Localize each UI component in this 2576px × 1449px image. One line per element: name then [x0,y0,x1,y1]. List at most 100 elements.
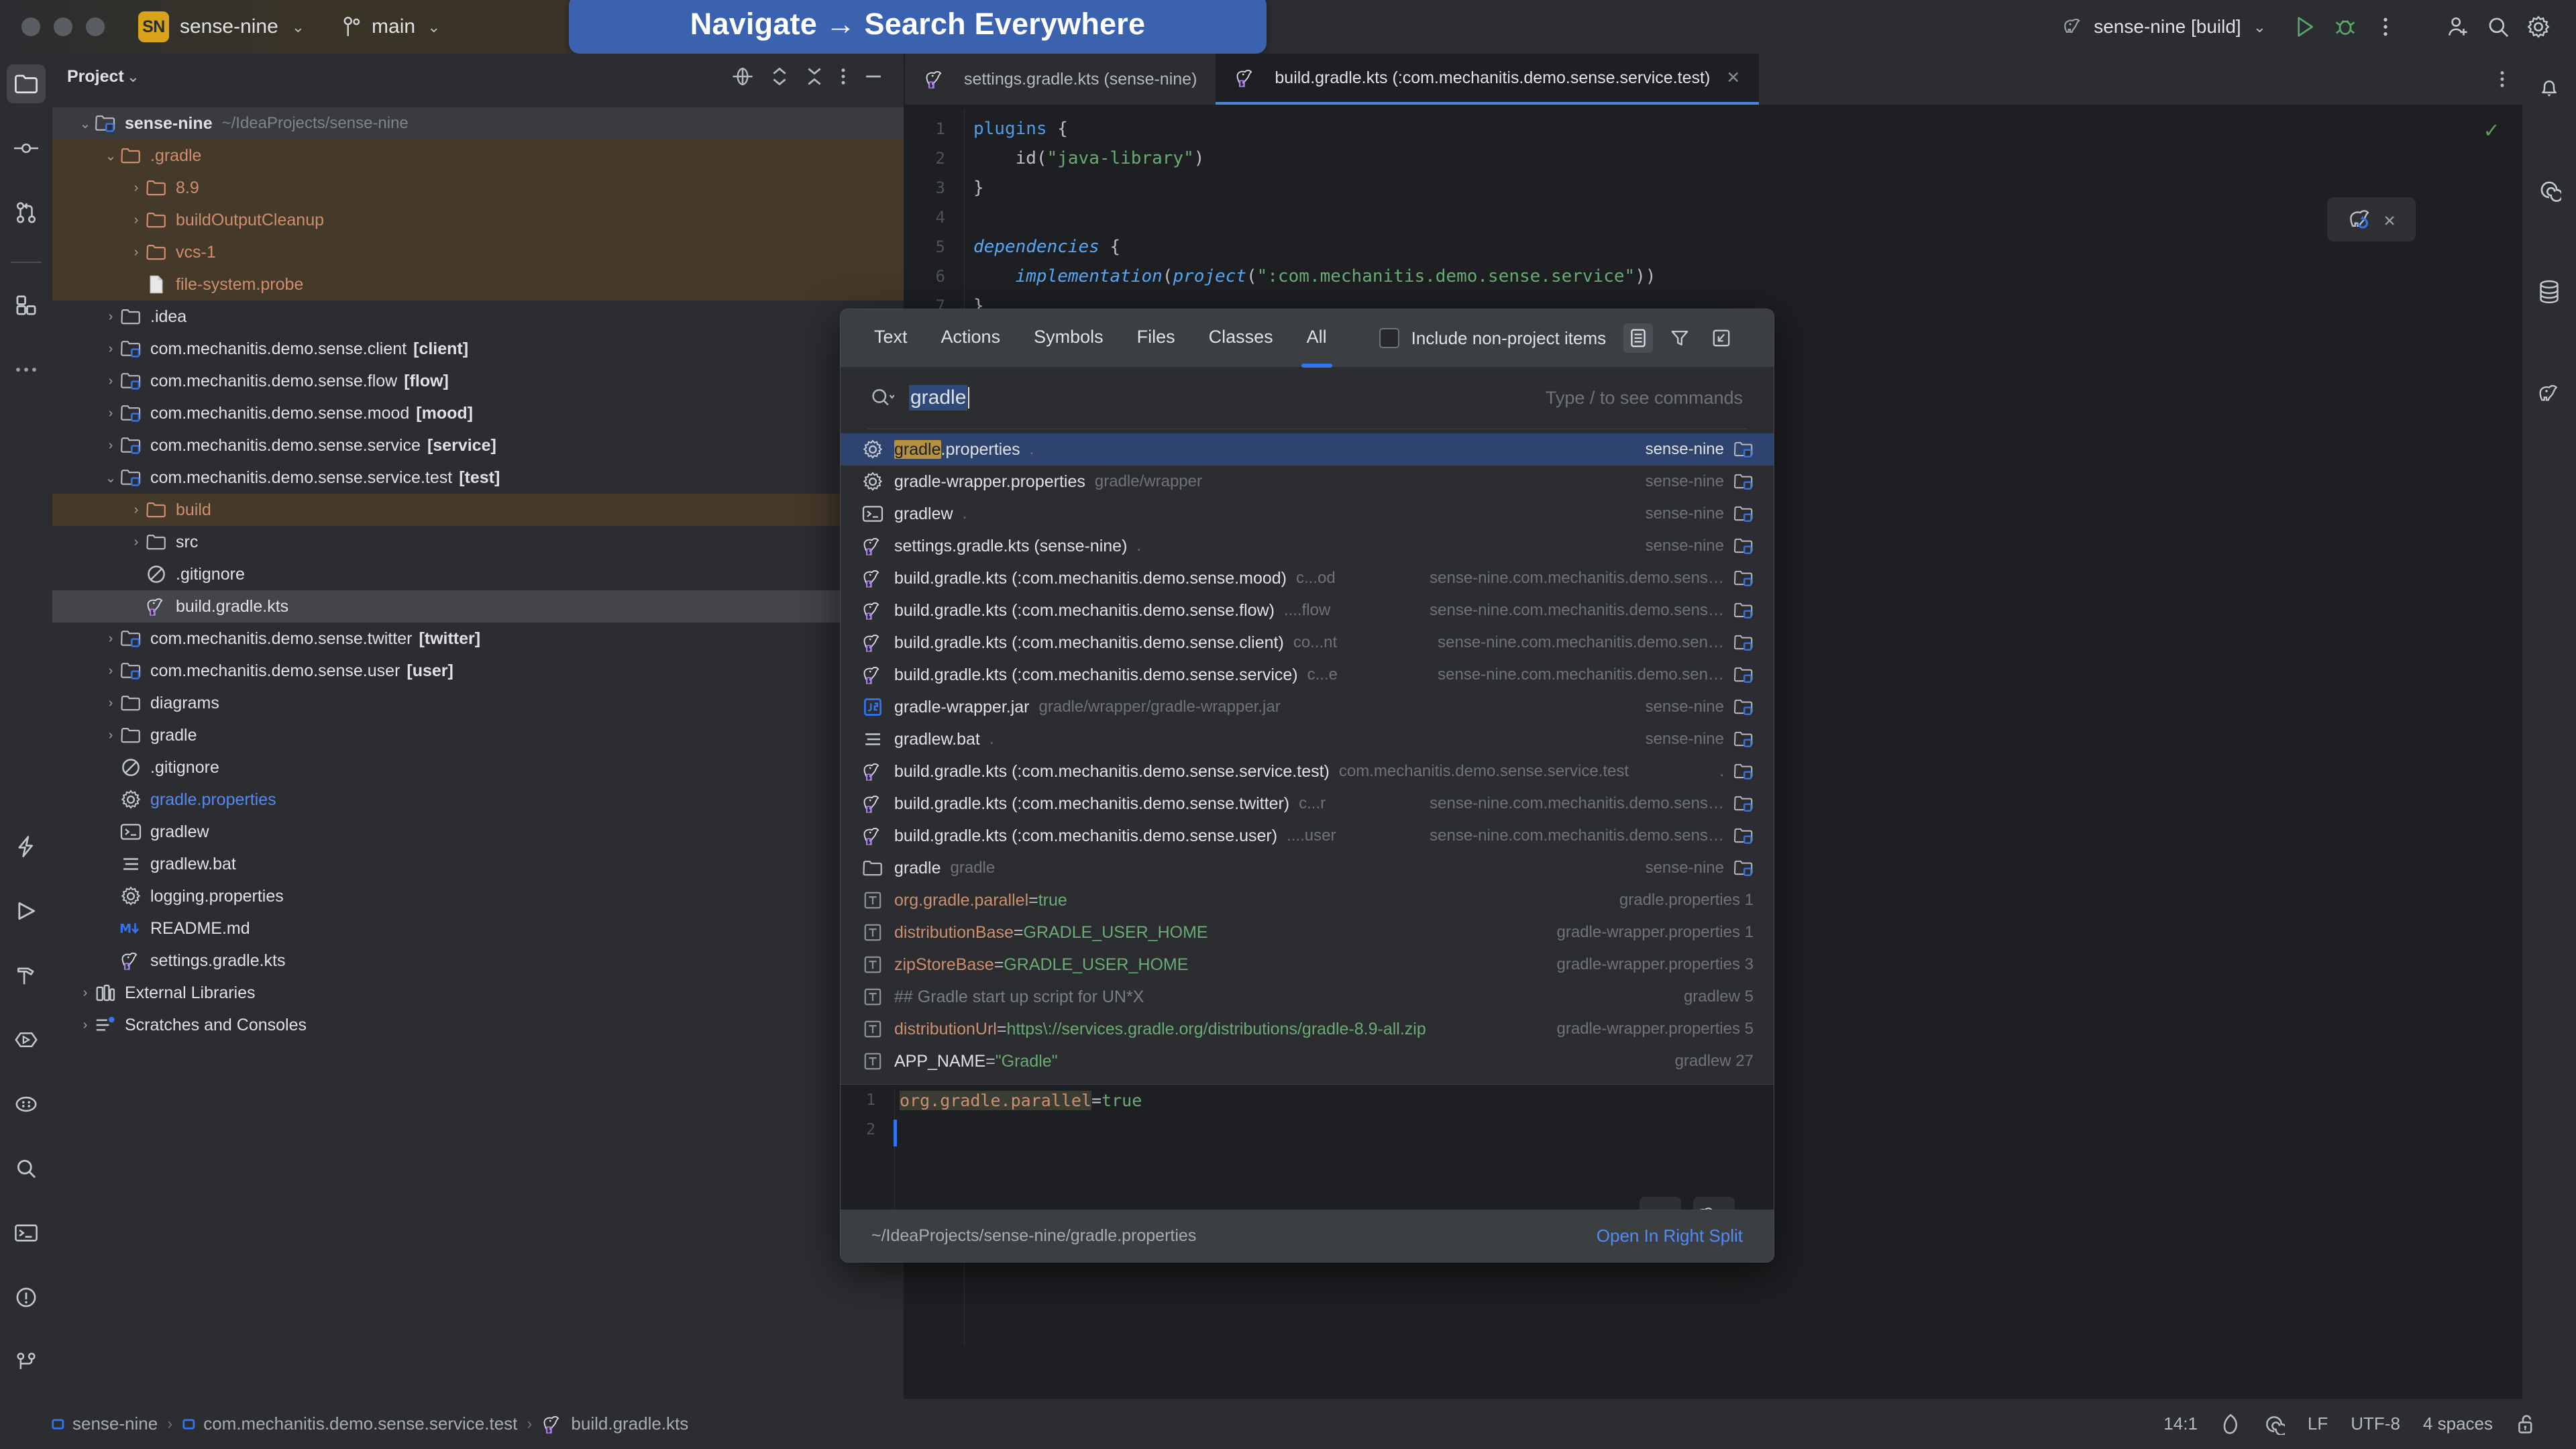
search-result-item[interactable]: build.gradle.kts (:com.mechanitis.demo.s… [841,627,1774,659]
notifications-icon[interactable] [2530,68,2569,107]
ai-leaf-icon[interactable] [2220,1413,2241,1436]
search-result-item[interactable]: build.gradle.kts (:com.mechanitis.demo.s… [841,788,1774,820]
tree-node[interactable]: ·.gitignore [52,751,904,784]
project-selector[interactable]: SN sense-nine ⌄ [138,11,305,42]
line-separator[interactable]: LF [2308,1413,2328,1434]
preview-toggle-icon[interactable] [1623,323,1653,353]
inspection-ok-icon[interactable]: ✓ [2485,117,2498,144]
editor-tabs-options-icon[interactable] [2500,54,2505,105]
ai-spiral-icon[interactable] [2263,1413,2285,1435]
tree-node[interactable]: ›buildOutputCleanup [52,204,904,236]
search-result-item[interactable]: build.gradle.kts (:com.mechanitis.demo.s… [841,659,1774,691]
open-in-right-split-link[interactable]: Open In Right Split [1597,1226,1743,1246]
chevron-down-icon[interactable]: ⌄ [127,68,140,86]
tree-node[interactable]: ·build.gradle.kts [52,590,904,623]
window-controls[interactable] [21,17,105,36]
search-tab-actions[interactable]: Actions [941,327,1001,350]
tool-window-dependencies[interactable] [7,1085,46,1124]
file-encoding[interactable]: UTF-8 [2351,1413,2400,1434]
tree-node[interactable]: ›diagrams [52,687,904,719]
tool-window-plugins[interactable] [7,286,46,325]
chevron-right-icon[interactable]: › [102,663,119,679]
tree-node[interactable]: ·gradle.properties [52,784,904,816]
checkbox-icon[interactable] [1379,328,1399,348]
chevron-down-icon[interactable]: ⌄ [102,470,119,486]
gradle-reload-widget[interactable]: ✕ [2327,197,2416,241]
tree-node[interactable]: ›com.mechanitis.demo.sense.user[user] [52,655,904,687]
close-window-button[interactable] [21,17,40,36]
panel-options-icon[interactable] [841,66,846,87]
search-tab-files[interactable]: Files [1137,327,1175,350]
search-everywhere-tab-bar[interactable]: TextActionsSymbolsFilesClassesAll Includ… [841,309,1774,367]
search-result-item[interactable]: gradlew.bat.sense-nine [841,723,1774,755]
tool-window-commit[interactable] [7,129,46,168]
maximize-window-button[interactable] [86,17,105,36]
git-branch-selector[interactable]: main ⌄ [342,15,440,38]
tree-node[interactable]: ›External Libraries [52,977,904,1009]
search-icon[interactable] [871,388,894,408]
search-result-item[interactable]: APP_NAME="Gradle"gradlew 27 [841,1045,1774,1077]
chevron-right-icon[interactable]: › [102,406,119,421]
tool-window-more[interactable] [7,350,46,389]
chevron-right-icon[interactable]: › [102,341,119,357]
more-actions-button[interactable] [2365,7,2406,47]
search-tab-text[interactable]: Text [874,327,908,350]
editor-tab[interactable]: build.gradle.kts (:com.mechanitis.demo.s… [1216,54,1759,105]
caret-position[interactable]: 14:1 [2163,1413,2198,1434]
search-result-item[interactable]: gradlegradlesense-nine [841,852,1774,884]
tree-node[interactable]: ›vcs-1 [52,236,904,268]
tool-window-services[interactable] [7,1020,46,1059]
search-result-item[interactable]: org.gradle.parallel=truegradle.propertie… [841,884,1774,916]
chevron-right-icon[interactable]: › [127,535,145,550]
chevron-right-icon[interactable]: › [76,1018,94,1033]
tree-node[interactable]: ·gradlew [52,816,904,848]
tree-node[interactable]: ›com.mechanitis.demo.sense.service[servi… [52,429,904,462]
tree-node[interactable]: ›com.mechanitis.demo.sense.mood[mood] [52,397,904,429]
include-non-project-toggle[interactable]: Include non-project items [1379,328,1606,349]
debug-button[interactable] [2325,7,2365,47]
search-result-item[interactable]: ## Gradle start up script for UN*Xgradle… [841,981,1774,1013]
search-result-item[interactable]: build.gradle.kts (:com.mechanitis.demo.s… [841,820,1774,852]
search-tab-all[interactable]: All [1307,327,1327,350]
tool-window-problems[interactable] [7,1278,46,1317]
search-result-item[interactable]: build.gradle.kts (:com.mechanitis.demo.s… [841,755,1774,788]
run-configuration-selector[interactable]: sense-nine [build] ⌄ [2061,16,2266,38]
search-tab-classes[interactable]: Classes [1209,327,1273,350]
tree-node[interactable]: ·file-system.probe [52,268,904,301]
breadcrumb-item[interactable]: build.gradle.kts [541,1413,688,1434]
tool-window-run[interactable] [7,892,46,930]
database-icon[interactable] [2530,272,2569,311]
indent-setting[interactable]: 4 spaces [2423,1413,2493,1434]
tree-node[interactable]: ⌄sense-nine~/IdeaProjects/sense-nine [52,107,904,140]
gear-icon[interactable] [2518,7,2559,47]
lock-icon[interactable] [2516,1413,2536,1436]
breadcrumb-item[interactable]: sense-nine [51,1413,158,1434]
open-in-find-window-icon[interactable] [1707,323,1736,353]
tool-window-find[interactable] [7,1149,46,1188]
tree-node[interactable]: ·settings.gradle.kts [52,945,904,977]
hide-panel-icon[interactable] [863,66,883,87]
search-everywhere-input-row[interactable]: gradle Type / to see commands [841,367,1774,429]
search-result-item[interactable]: gradle.properties.sense-nine [841,433,1774,466]
chevron-right-icon[interactable]: › [102,438,119,453]
search-icon[interactable] [2478,7,2518,47]
close-widget-icon[interactable]: ✕ [2384,209,2396,231]
tree-node[interactable]: ›gradle [52,719,904,751]
search-result-item[interactable]: build.gradle.kts (:com.mechanitis.demo.s… [841,594,1774,627]
tree-node[interactable]: ›com.mechanitis.demo.sense.client[client… [52,333,904,365]
editor-tab[interactable]: settings.gradle.kts (sense-nine) [905,54,1216,105]
search-result-item[interactable]: gradle-wrapper.jargradle/wrapper/gradle-… [841,691,1774,723]
chevron-down-icon[interactable]: ⌄ [102,148,119,164]
tree-node[interactable]: ›src [52,526,904,558]
filter-icon[interactable] [1665,323,1695,353]
breadcrumb[interactable]: sense-nine›com.mechanitis.demo.sense.ser… [51,1413,688,1434]
minimize-window-button[interactable] [54,17,72,36]
run-button[interactable] [2285,7,2325,47]
tree-node[interactable]: ›com.mechanitis.demo.sense.flow[flow] [52,365,904,397]
search-result-item[interactable]: gradlew.sense-nine [841,498,1774,530]
add-collaborator-button[interactable] [2438,7,2478,47]
chevron-down-icon[interactable]: ⌄ [76,115,94,132]
tree-node[interactable]: ·logging.properties [52,880,904,912]
chevron-right-icon[interactable]: › [102,309,119,325]
editor-tab-bar[interactable]: settings.gradle.kts (sense-nine)build.gr… [905,54,2522,105]
